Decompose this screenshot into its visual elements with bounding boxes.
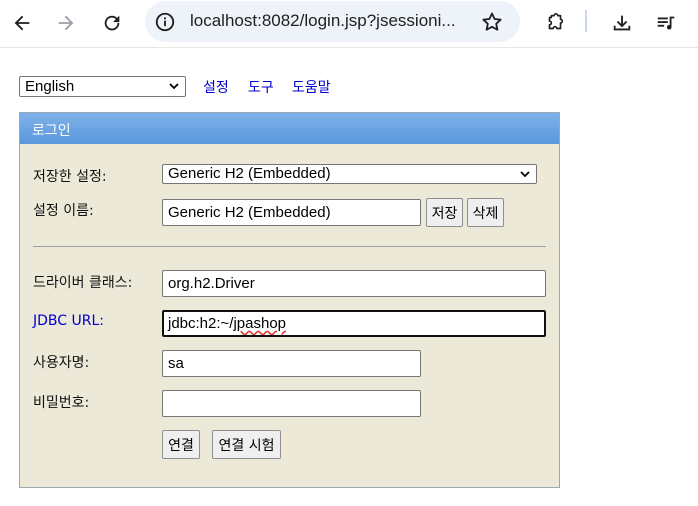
test-connection-button[interactable]: 연결 시험 bbox=[212, 430, 281, 459]
username-label: 사용자명: bbox=[33, 355, 90, 371]
delete-button[interactable]: 삭제 bbox=[467, 198, 504, 227]
setting-name-input[interactable]: Generic H2 (Embedded) bbox=[162, 199, 421, 226]
jdbc-url-misspelled-word: jpashop bbox=[233, 315, 287, 332]
extensions-icon[interactable] bbox=[541, 9, 569, 37]
help-link[interactable]: 도움말 bbox=[292, 77, 331, 97]
bookmark-star-icon[interactable] bbox=[480, 10, 504, 34]
saved-settings-select[interactable]: Generic H2 (Embedded) bbox=[162, 164, 537, 184]
toolbar-separator bbox=[585, 10, 587, 32]
username-input[interactable]: sa bbox=[162, 350, 421, 377]
setting-name-label: 설정 이름: bbox=[33, 203, 94, 219]
info-icon[interactable] bbox=[154, 11, 176, 33]
save-button[interactable]: 저장 bbox=[426, 198, 463, 227]
url-text: localhost:8082/login.jsp?jsessioni... bbox=[190, 11, 456, 30]
address-bar[interactable]: localhost:8082/login.jsp?jsessioni... bbox=[145, 1, 520, 42]
password-input[interactable] bbox=[162, 390, 421, 417]
saved-settings-label: 저장한 설정: bbox=[33, 169, 107, 185]
connect-button[interactable]: 연결 bbox=[162, 430, 200, 459]
password-label: 비밀번호: bbox=[33, 395, 90, 411]
browser-toolbar: localhost:8082/login.jsp?jsessioni... bbox=[0, 0, 698, 48]
jdbc-url-label[interactable]: JDBC URL: bbox=[33, 313, 104, 329]
driver-class-input[interactable]: org.h2.Driver bbox=[162, 270, 546, 297]
chevron-down-icon bbox=[520, 171, 530, 178]
settings-link[interactable]: 설정 bbox=[203, 77, 229, 97]
language-select[interactable]: English bbox=[19, 76, 186, 97]
chevron-down-icon bbox=[169, 83, 179, 90]
driver-class-label: 드라이버 클래스: bbox=[33, 275, 133, 291]
reload-icon[interactable] bbox=[98, 9, 126, 37]
saved-settings-value: Generic H2 (Embedded) bbox=[168, 165, 331, 182]
jdbc-url-prefix: jdbc:h2:~/ bbox=[168, 315, 234, 332]
panel-title: 로그인 bbox=[20, 113, 559, 144]
reading-list-icon[interactable] bbox=[652, 9, 680, 37]
download-icon[interactable] bbox=[608, 9, 636, 37]
tools-link[interactable]: 도구 bbox=[248, 77, 274, 97]
login-panel: 로그인 저장한 설정: Generic H2 (Embedded) 설정 이름:… bbox=[19, 112, 560, 488]
back-icon[interactable] bbox=[8, 9, 36, 37]
divider bbox=[33, 246, 546, 247]
language-selected-value: English bbox=[25, 78, 75, 95]
jdbc-url-input[interactable]: jdbc:h2:~/jpashop bbox=[162, 310, 546, 337]
forward-icon[interactable] bbox=[52, 9, 80, 37]
